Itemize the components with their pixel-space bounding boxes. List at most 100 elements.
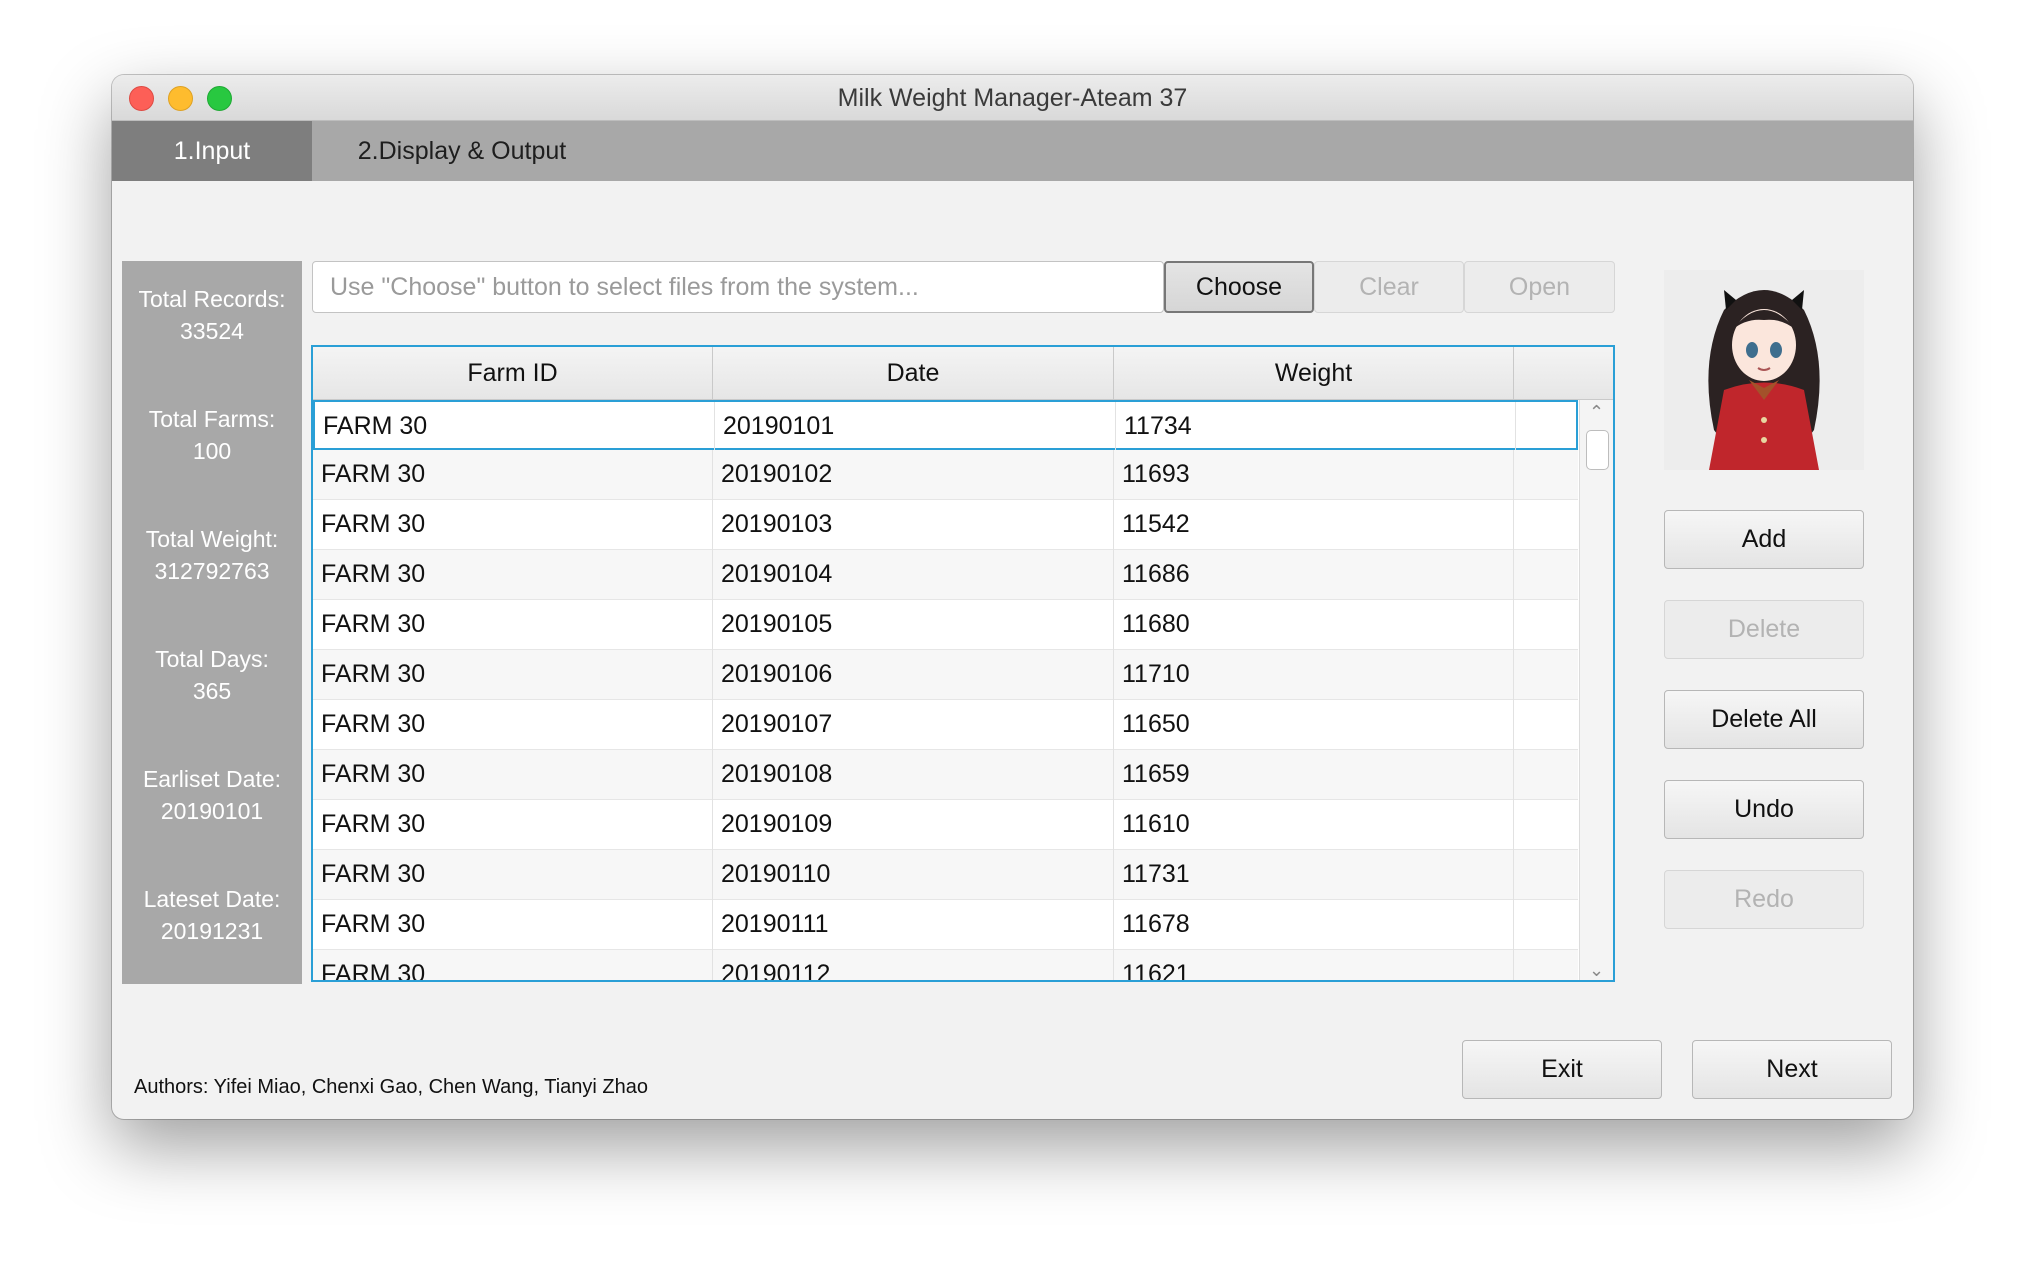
cell-filler	[1514, 950, 1578, 980]
cell-weight: 11680	[1114, 600, 1514, 650]
stat-earliest-date: Earliset Date: 20190101	[122, 763, 302, 827]
cell-farm-id: FARM 30	[313, 700, 713, 750]
cell-date: 20190107	[713, 700, 1114, 750]
app-window: Milk Weight Manager-Ateam 37 1.Input 2.D…	[112, 75, 1913, 1119]
table-row[interactable]: FARM 30 20190110 11731	[313, 850, 1578, 900]
scroll-down-arrow-icon[interactable]: ⌄	[1580, 958, 1613, 980]
column-header-weight[interactable]: Weight	[1114, 347, 1514, 399]
stat-value: 312792763	[154, 558, 270, 584]
cell-filler	[1514, 650, 1578, 700]
cell-date: 20190108	[713, 750, 1114, 800]
table-scrollbar[interactable]: ⌃ ⌄	[1579, 400, 1613, 980]
stat-latest-date: Lateset Date: 20191231	[122, 883, 302, 947]
table-row[interactable]: FARM 30 20190106 11710	[313, 650, 1578, 700]
clear-button[interactable]: Clear	[1314, 261, 1464, 313]
cell-filler	[1514, 800, 1578, 850]
cell-date: 20190111	[713, 900, 1114, 950]
cell-filler	[1514, 900, 1578, 950]
cell-farm-id: FARM 30	[313, 800, 713, 850]
table-body: FARM 30 20190101 11734 FARM 30 20190102 11693…	[313, 400, 1578, 980]
column-header-date[interactable]: Date	[713, 347, 1114, 399]
anime-girl-icon	[1664, 270, 1864, 470]
cell-filler	[1514, 500, 1578, 550]
cell-filler	[1514, 550, 1578, 600]
table-header: Farm ID Date Weight	[313, 347, 1613, 400]
tab-input[interactable]: 1.Input	[112, 121, 312, 181]
cell-farm-id: FARM 30	[313, 600, 713, 650]
table-row[interactable]: FARM 30 20190112 11621	[313, 950, 1578, 980]
cell-date: 20190105	[713, 600, 1114, 650]
cell-farm-id: FARM 30	[313, 450, 713, 500]
stat-value: 33524	[180, 318, 244, 344]
cell-filler	[1514, 700, 1578, 750]
table-row[interactable]: FARM 30 20190107 11650	[313, 700, 1578, 750]
stat-total-weight: Total Weight: 312792763	[122, 523, 302, 587]
records-table[interactable]: Farm ID Date Weight FARM 30 20190101 11734…	[311, 345, 1615, 982]
table-row[interactable]: FARM 30 20190108 11659	[313, 750, 1578, 800]
cell-farm-id: FARM 30	[313, 650, 713, 700]
delete-button[interactable]: Delete	[1664, 600, 1864, 659]
scroll-thumb[interactable]	[1586, 430, 1609, 470]
authors-label: Authors: Yifei Miao, Chenxi Gao, Chen Wa…	[134, 1076, 648, 1098]
table-row[interactable]: FARM 30 20190102 11693	[313, 450, 1578, 500]
column-header-farm-id[interactable]: Farm ID	[313, 347, 713, 399]
stat-value: 20190101	[160, 798, 264, 824]
stat-label: Total Weight:	[145, 526, 279, 552]
add-button[interactable]: Add	[1664, 510, 1864, 569]
cell-weight: 11710	[1114, 650, 1514, 700]
avatar-illustration	[1664, 270, 1864, 470]
scroll-up-arrow-icon[interactable]: ⌃	[1580, 400, 1613, 424]
cell-farm-id: FARM 30	[313, 750, 713, 800]
cell-filler	[1514, 750, 1578, 800]
undo-button[interactable]: Undo	[1664, 780, 1864, 839]
stat-total-records: Total Records: 33524	[122, 283, 302, 347]
table-row[interactable]: FARM 30 20190111 11678	[313, 900, 1578, 950]
cell-weight: 11678	[1114, 900, 1514, 950]
table-row[interactable]: FARM 30 20190105 11680	[313, 600, 1578, 650]
cell-farm-id: FARM 30	[313, 500, 713, 550]
cell-date: 20190112	[713, 950, 1114, 980]
cell-weight: 11734	[1116, 402, 1516, 452]
cell-date: 20190103	[713, 500, 1114, 550]
cell-date: 20190109	[713, 800, 1114, 850]
delete-all-button[interactable]: Delete All	[1664, 690, 1864, 749]
cell-filler	[1514, 450, 1578, 500]
stat-value: 100	[192, 438, 232, 464]
cell-filler	[1514, 850, 1578, 900]
cell-weight: 11610	[1114, 800, 1514, 850]
stat-total-farms: Total Farms: 100	[122, 403, 302, 467]
cell-filler	[1514, 600, 1578, 650]
exit-button[interactable]: Exit	[1462, 1040, 1662, 1099]
stat-value: 365	[192, 678, 232, 704]
cell-weight: 11659	[1114, 750, 1514, 800]
file-path-input[interactable]	[312, 261, 1164, 313]
cell-date: 20190102	[713, 450, 1114, 500]
cell-farm-id: FARM 30	[313, 950, 713, 980]
stat-label: Total Farms:	[148, 406, 276, 432]
stat-label: Earliset Date:	[142, 766, 282, 792]
cell-date: 20190106	[713, 650, 1114, 700]
column-header-filler	[1514, 347, 1613, 399]
cell-farm-id: FARM 30	[313, 900, 713, 950]
cell-weight: 11621	[1114, 950, 1514, 980]
table-row[interactable]: FARM 30 20190103 11542	[313, 500, 1578, 550]
stat-label: Total Days:	[155, 646, 269, 672]
redo-button[interactable]: Redo	[1664, 870, 1864, 929]
cell-weight: 11650	[1114, 700, 1514, 750]
table-row[interactable]: FARM 30 20190101 11734	[313, 400, 1578, 452]
stat-label: Total Records:	[138, 286, 286, 312]
table-row[interactable]: FARM 30 20190109 11610	[313, 800, 1578, 850]
tab-display-output[interactable]: 2.Display & Output	[312, 121, 612, 181]
stat-value: 20191231	[160, 918, 264, 944]
open-button[interactable]: Open	[1464, 261, 1615, 313]
cell-filler	[1516, 402, 1578, 452]
cell-farm-id: FARM 30	[313, 850, 713, 900]
cell-weight: 11731	[1114, 850, 1514, 900]
table-row[interactable]: FARM 30 20190104 11686	[313, 550, 1578, 600]
window-title: Milk Weight Manager-Ateam 37	[837, 84, 1188, 112]
stat-label: Lateset Date:	[143, 886, 281, 912]
cell-farm-id: FARM 30	[315, 402, 715, 452]
next-button[interactable]: Next	[1692, 1040, 1892, 1099]
choose-button[interactable]: Choose	[1164, 261, 1314, 313]
cell-date: 20190104	[713, 550, 1114, 600]
